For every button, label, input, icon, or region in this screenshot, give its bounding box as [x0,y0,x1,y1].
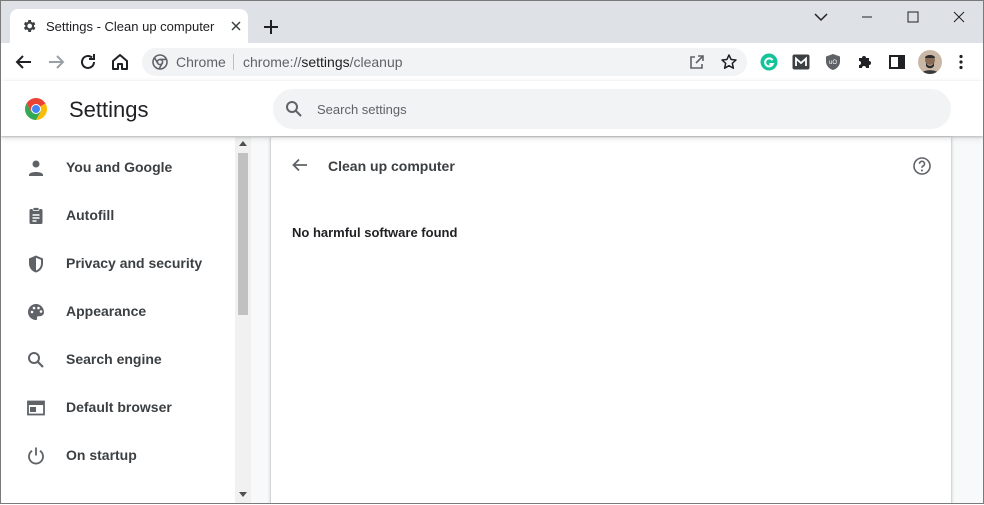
menu-kebab-icon[interactable] [952,53,970,71]
scroll-thumb[interactable] [238,153,248,315]
close-icon [953,11,965,23]
sidebar-item-autofill[interactable]: Autofill [1,192,235,240]
power-icon [28,447,44,465]
subpage-title: Clean up computer [328,158,455,174]
bookmark-star-icon[interactable] [720,53,738,71]
sidebar-scrollbar[interactable] [235,137,251,503]
home-icon[interactable] [110,52,130,72]
tab-strip: Settings - Clean up computer [1,1,983,43]
profile-avatar-icon [921,55,939,74]
address-bar[interactable]: Chrome chrome://settings/cleanup [142,48,747,76]
settings-header: Settings [1,81,983,136]
minimize-button[interactable] [844,7,890,27]
chrome-logo-icon [152,54,168,70]
chrome-logo-icon [25,98,47,120]
grammarly-icon[interactable] [760,53,778,71]
sidebar-item-you-and-google[interactable]: You and Google [1,144,235,192]
url-host: settings [301,54,350,70]
sidebar-item-appearance[interactable]: Appearance [1,288,235,336]
maximize-button[interactable] [890,7,936,27]
close-icon[interactable] [228,18,244,34]
tab-title: Settings - Clean up computer [46,19,215,34]
sidebar-item-label: Autofill [66,207,115,223]
ublock-shield-icon[interactable]: uO [824,53,842,71]
search-input[interactable] [317,89,917,129]
person-icon [29,160,43,176]
browser-window: Settings - Clean up computer Chrome chro… [0,0,984,504]
sidebar-item-label: On startup [66,447,137,463]
sidebar-item-label: Privacy and security [66,255,203,271]
page-title: Settings [69,97,149,122]
reload-icon[interactable] [78,52,98,72]
minimize-icon [862,16,872,18]
tab-search-button[interactable] [798,7,844,27]
settings-search[interactable] [273,89,951,129]
sidebar-item-label: You and Google [66,159,173,175]
magnifier-icon [28,352,44,368]
avatar[interactable] [918,50,942,74]
sidebar-item-label: Default browser [66,399,172,415]
new-tab-button[interactable] [261,17,281,37]
svg-text:uO: uO [829,60,837,66]
sidebar-item-search-engine[interactable]: Search engine [1,336,235,384]
browser-toolbar: Chrome chrome://settings/cleanup uO [1,43,983,82]
browser-window-icon [27,400,45,416]
clipboard-icon [29,207,43,224]
window-close-button[interactable] [936,7,982,27]
help-icon[interactable] [912,156,932,176]
extensions-puzzle-icon[interactable] [856,53,874,71]
sidebar-item-label: Appearance [66,303,147,319]
sidebar-item-privacy[interactable]: Privacy and security [1,240,235,288]
mailchimp-m-icon[interactable] [792,53,810,71]
search-icon [286,101,302,117]
gear-icon [23,20,36,32]
palette-icon [28,304,44,320]
scroll-up-arrow-icon[interactable] [239,141,247,146]
sidebar-item-default-browser[interactable]: Default browser [1,384,235,432]
settings-sidebar: You and Google Autofill Privacy and secu… [1,137,235,503]
scroll-down-arrow-icon[interactable] [239,492,247,497]
url-scheme: chrome:// [243,54,302,70]
shield-icon [29,255,43,273]
url-text: chrome://settings/cleanup [243,54,403,70]
chevron-down-icon [814,13,828,22]
sidebar-item-on-startup[interactable]: On startup [1,432,235,480]
omnibox-divider [233,54,234,70]
settings-content: You and Google Autofill Privacy and secu… [1,137,983,503]
url-path: /cleanup [349,54,403,70]
back-arrow-icon[interactable] [291,156,309,174]
share-icon[interactable] [688,53,706,71]
back-arrow-icon[interactable] [14,52,34,72]
cleanup-card: Clean up computer No harmful software fo… [271,137,951,503]
maximize-icon [907,11,919,23]
tab-settings[interactable]: Settings - Clean up computer [10,9,248,43]
side-panel-icon[interactable] [888,53,906,71]
status-message: No harmful software found [292,225,458,240]
site-label: Chrome [176,54,226,70]
sidebar-item-label: Search engine [66,351,162,367]
forward-arrow-icon[interactable] [46,52,66,72]
